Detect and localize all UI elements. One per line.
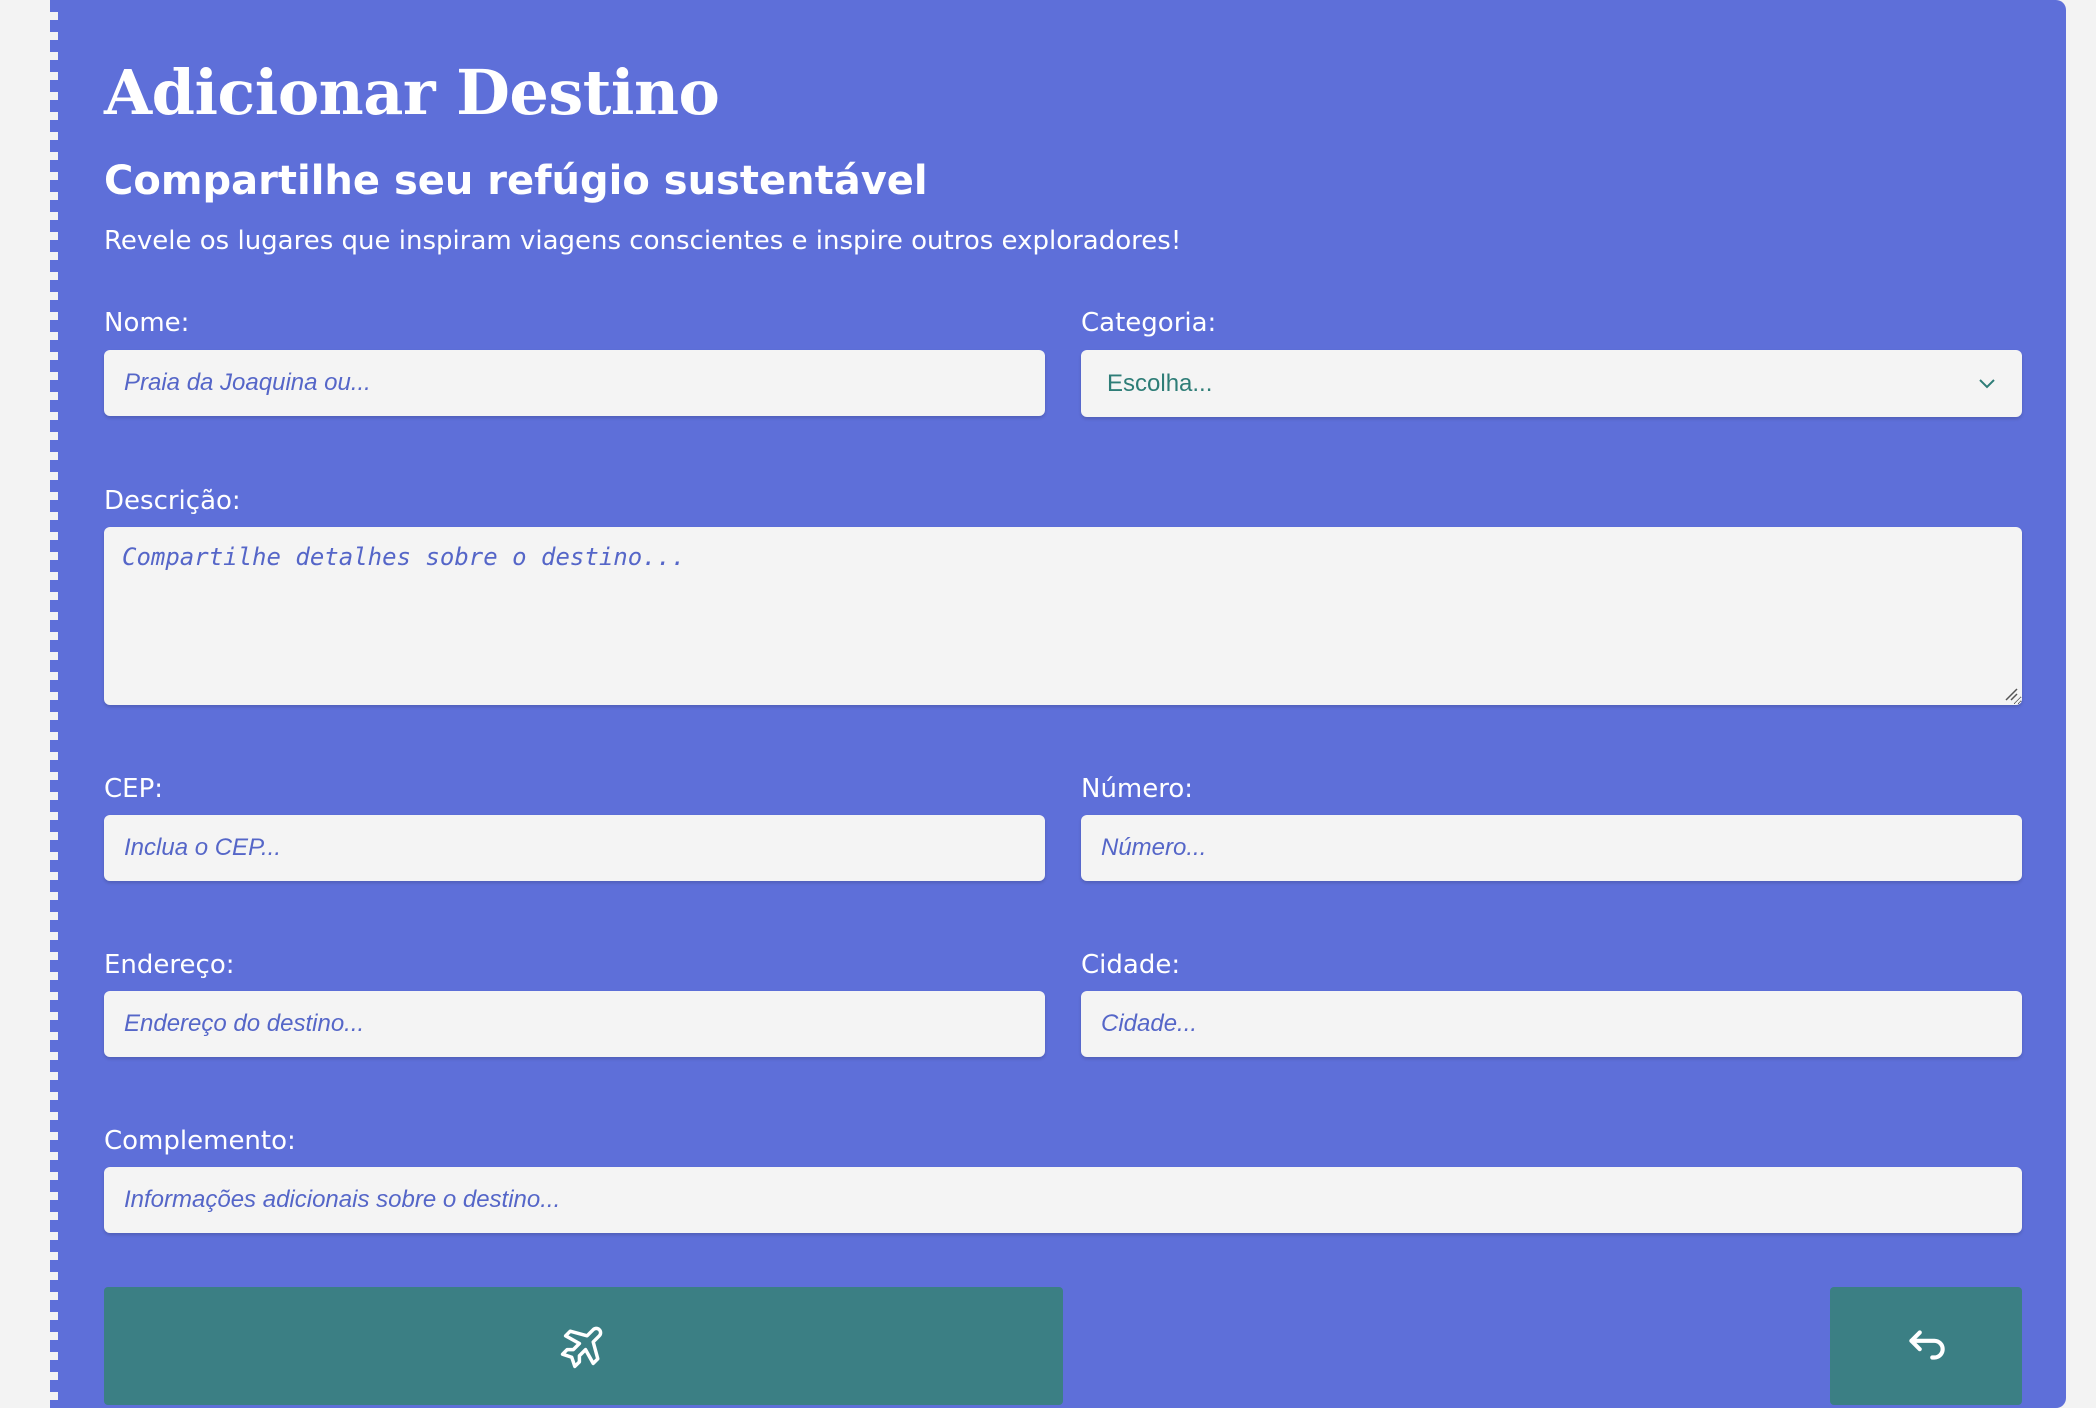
chevron-down-icon [1978,378,1996,390]
descricao-textarea[interactable] [104,527,2022,705]
cidade-label: Cidade: [1081,950,1181,980]
submit-button[interactable] [104,1287,1063,1405]
numero-label: Número: [1081,774,1194,804]
complemento-input[interactable] [104,1167,2022,1233]
numero-input[interactable] [1081,815,2022,881]
resize-handle-icon[interactable] [2002,685,2018,701]
endereco-input[interactable] [104,991,1045,1057]
categoria-selected-value: Escolha... [1107,369,1213,397]
categoria-label: Categoria: [1081,308,1217,338]
cidade-input[interactable] [1081,991,2022,1057]
page-subtitle: Compartilhe seu refúgio sustentável [104,158,928,204]
cep-input[interactable] [104,815,1045,881]
form-container: Adicionar Destino Compartilhe seu refúgi… [54,0,2066,1408]
categoria-select[interactable]: Escolha... [1081,350,2022,417]
endereco-label: Endereço: [104,950,235,980]
descricao-label: Descrição: [104,486,241,516]
page-title: Adicionar Destino [104,56,720,129]
complemento-label: Complemento: [104,1126,296,1156]
page-lead: Revele os lugares que inspiram viagens c… [104,226,1182,256]
back-button[interactable] [1830,1287,2022,1405]
nome-input[interactable] [104,350,1045,416]
page: Adicionar Destino Compartilhe seu refúgi… [0,0,2096,1408]
airplane-icon [558,1319,610,1374]
cep-label: CEP: [104,774,164,804]
descricao-wrapper [104,527,2022,705]
undo-arrow-icon [1901,1320,1951,1373]
nome-label: Nome: [104,308,190,338]
